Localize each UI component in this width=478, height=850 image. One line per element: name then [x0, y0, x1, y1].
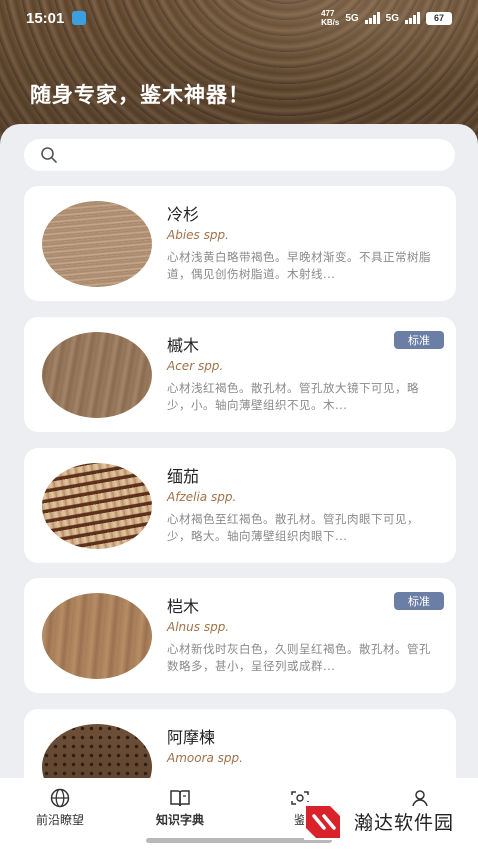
- signal-bars-icon: [405, 12, 420, 24]
- signal-bars-icon: [364, 12, 380, 24]
- nav-label: 前沿瞭望: [35, 813, 84, 827]
- watermark: 瀚达软件园: [300, 796, 478, 846]
- wood-sample-image: [42, 332, 152, 418]
- wood-name: 缅茄: [167, 467, 200, 486]
- nav-item-dictionary[interactable]: 知识字典: [135, 788, 225, 828]
- wood-name: 桤木: [167, 597, 200, 616]
- standard-badge: 标准: [394, 331, 444, 349]
- wood-card[interactable]: 阿摩楝 Amoora spp.: [24, 709, 456, 778]
- wood-sample-image: [42, 593, 152, 679]
- watermark-text: 瀚达软件园: [354, 811, 455, 834]
- signal-label-1: 5G: [345, 12, 359, 24]
- watermark-logo-icon: [304, 802, 342, 840]
- wood-card[interactable]: 槭木 Acer spp. 标准 心材浅红褐色。散孔材。管孔放大镜下可见，略少，小…: [24, 317, 456, 432]
- wood-sample-image: [42, 463, 152, 549]
- nav-label: 知识字典: [155, 813, 204, 827]
- wood-description: 心材褐色至红褐色。散孔材。管孔肉眼下可见，少，略大。轴向薄壁组织肉眼下...: [167, 512, 419, 543]
- signal-label-2: 5G: [385, 12, 399, 24]
- wood-latin-name: Afzelia spp.: [167, 490, 237, 504]
- content-sheet: 冷杉 Abies spp. 心材浅黄白略带褐色。早晚材渐变。不具正常树脂道，偶见…: [0, 124, 478, 778]
- page-slogan: 随身专家，鉴木神器！: [30, 83, 250, 107]
- battery-icon: 67: [426, 11, 452, 25]
- wood-latin-name: Abies spp.: [167, 228, 229, 242]
- wood-sample-image: [42, 724, 152, 778]
- wood-latin-name: Amoora spp.: [167, 751, 243, 765]
- wood-card[interactable]: 桤木 Alnus spp. 标准 心材新伐时灰白色，久则呈红褐色。散孔材。管孔数…: [24, 578, 456, 693]
- wood-sample-image: [42, 201, 152, 287]
- wood-name: 阿摩楝: [167, 728, 216, 747]
- wood-description: 心材新伐时灰白色，久则呈红褐色。散孔材。管孔数略多，甚小，呈径列或成群...: [167, 642, 431, 673]
- nav-item-frontier[interactable]: 前沿瞭望: [15, 788, 105, 828]
- search-input[interactable]: [66, 147, 446, 163]
- status-bar: 15:01 477 KB/s 5G 5G 67: [0, 0, 478, 36]
- search-icon: [41, 147, 57, 163]
- wood-latin-name: Alnus spp.: [167, 620, 230, 634]
- wood-card[interactable]: 缅茄 Afzelia spp. 心材褐色至红褐色。散孔材。管孔肉眼下可见，少，略…: [24, 448, 456, 563]
- net-speed: 477 KB/s: [321, 9, 340, 27]
- wood-name: 槭木: [167, 336, 200, 355]
- standard-badge: 标准: [394, 592, 444, 610]
- status-time: 15:01: [26, 9, 65, 27]
- search-bar[interactable]: [24, 139, 455, 171]
- app-notification-icon: [72, 11, 87, 25]
- wood-description: 心材浅黄白略带褐色。早晚材渐变。不具正常树脂道，偶见创伤树脂道。木射线...: [167, 250, 431, 281]
- wood-name: 冷杉: [167, 205, 200, 224]
- wood-description: 心材浅红褐色。散孔材。管孔放大镜下可见，略少，小。轴向薄壁组织不见。木...: [167, 381, 419, 412]
- wood-card[interactable]: 冷杉 Abies spp. 心材浅黄白略带褐色。早晚材渐变。不具正常树脂道，偶见…: [24, 186, 456, 301]
- wood-latin-name: Acer spp.: [167, 359, 224, 373]
- globe-icon: [50, 788, 70, 808]
- book-icon: [170, 790, 190, 807]
